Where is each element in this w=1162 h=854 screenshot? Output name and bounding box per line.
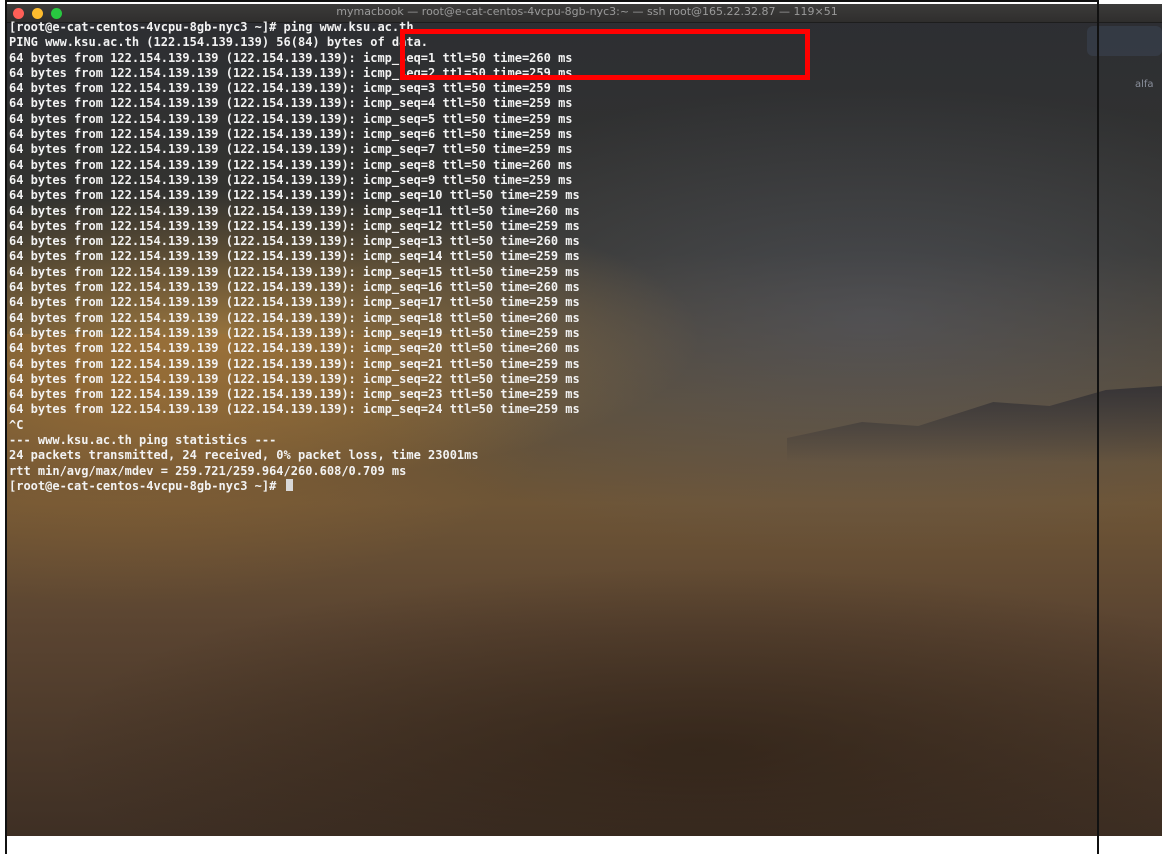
terminal-line: 64 bytes from 122.154.139.139 (122.154.1… xyxy=(9,234,580,249)
terminal-line: rtt min/avg/max/mdev = 259.721/259.964/2… xyxy=(9,463,407,478)
terminal-window[interactable]: alfa mymacbook — root@e-cat-centos-4vcpu… xyxy=(7,4,1162,836)
terminal-line: 64 bytes from 122.154.139.139 (122.154.1… xyxy=(9,310,580,325)
page-frame-right xyxy=(1097,0,1099,854)
terminal-line: 64 bytes from 122.154.139.139 (122.154.1… xyxy=(9,264,580,279)
terminal-line: 64 bytes from 122.154.139.139 (122.154.1… xyxy=(9,81,573,96)
terminal-line: 64 bytes from 122.154.139.139 (122.154.1… xyxy=(9,280,580,295)
terminal-line: 64 bytes from 122.154.139.139 (122.154.1… xyxy=(9,325,580,340)
terminal-line: 64 bytes from 122.154.139.139 (122.154.1… xyxy=(9,157,573,172)
terminal-line: 64 bytes from 122.154.139.139 (122.154.1… xyxy=(9,172,573,187)
terminal-line: 64 bytes from 122.154.139.139 (122.154.1… xyxy=(9,218,580,233)
terminal-line: 64 bytes from 122.154.139.139 (122.154.1… xyxy=(9,402,580,417)
terminal-prompt-line[interactable]: [root@e-cat-centos-4vcpu-8gb-nyc3 ~]# xyxy=(9,478,1099,494)
terminal-line: 64 bytes from 122.154.139.139 (122.154.1… xyxy=(9,203,580,218)
terminal-line: 64 bytes from 122.154.139.139 (122.154.1… xyxy=(9,96,573,111)
terminal-line: 64 bytes from 122.154.139.139 (122.154.1… xyxy=(9,127,573,142)
desktop-item-label: alfa xyxy=(1135,79,1154,90)
page-frame-top xyxy=(5,0,1099,2)
terminal-output[interactable]: [root@e-cat-centos-4vcpu-8gb-nyc3 ~]# pi… xyxy=(7,20,1099,494)
window-title: mymacbook — root@e-cat-centos-4vcpu-8gb-… xyxy=(336,5,838,18)
terminal-line: 64 bytes from 122.154.139.139 (122.154.1… xyxy=(9,188,580,203)
terminal-line: 64 bytes from 122.154.139.139 (122.154.1… xyxy=(9,387,580,402)
terminal-line: ^C xyxy=(9,417,24,432)
terminal-line: 64 bytes from 122.154.139.139 (122.154.1… xyxy=(9,142,573,157)
shell-prompt: [root@e-cat-centos-4vcpu-8gb-nyc3 ~]# xyxy=(9,478,284,493)
terminal-line: 64 bytes from 122.154.139.139 (122.154.1… xyxy=(9,371,580,386)
terminal-line: 64 bytes from 122.154.139.139 (122.154.1… xyxy=(9,249,580,264)
zoom-window-button[interactable] xyxy=(51,8,62,19)
terminal-line: 64 bytes from 122.154.139.139 (122.154.1… xyxy=(9,356,580,371)
terminal-line: 24 packets transmitted, 24 received, 0% … xyxy=(9,448,479,463)
terminal-line: 64 bytes from 122.154.139.139 (122.154.1… xyxy=(9,295,580,310)
terminal-line: --- www.ksu.ac.th ping statistics --- xyxy=(9,433,277,448)
close-window-button[interactable] xyxy=(13,8,24,19)
minimize-window-button[interactable] xyxy=(32,8,43,19)
terminal-line: 64 bytes from 122.154.139.139 (122.154.1… xyxy=(9,111,573,126)
text-cursor xyxy=(285,478,293,491)
terminal-line: 64 bytes from 122.154.139.139 (122.154.1… xyxy=(9,341,580,356)
highlight-annotation-box xyxy=(400,29,810,80)
